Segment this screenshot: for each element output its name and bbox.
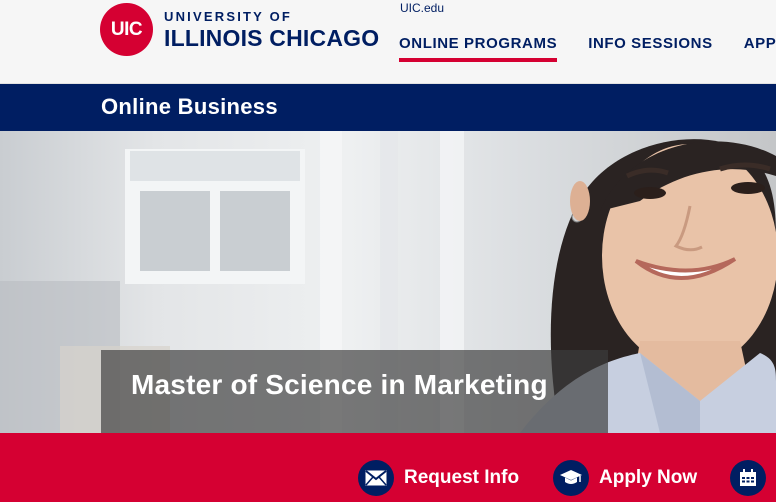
window-pane-left [140, 191, 210, 271]
graduation-cap-icon [553, 460, 589, 496]
apply-now-label: Apply Now [599, 467, 698, 488]
uic-logo[interactable]: UIC UNIVERSITY OF ILLINOIS CHICAGO [100, 3, 379, 56]
section-title: Online Business [101, 94, 278, 119]
site-header: UIC UNIVERSITY OF ILLINOIS CHICAGO UIC.e… [0, 0, 776, 84]
nav-online-programs[interactable]: ONLINE PROGRAMS [399, 35, 558, 62]
request-info-label: Request Info [404, 467, 520, 488]
window-top-pane [130, 151, 300, 181]
hero: Master of Science in Marketing [0, 131, 776, 433]
apply-now-button[interactable]: Apply Now [553, 460, 697, 496]
window-pane-right [220, 191, 290, 271]
calendar-button[interactable] [730, 460, 766, 496]
logo-wordmark: UNIVERSITY OF ILLINOIS CHICAGO [164, 10, 379, 50]
uic-edu-link[interactable]: UIC.edu [400, 1, 444, 15]
ear [570, 181, 590, 221]
logo-line2: ILLINOIS CHICAGO [164, 24, 380, 51]
nav-info-sessions[interactable]: INFO SESSIONS [588, 35, 713, 62]
nav-apply[interactable]: APP [744, 35, 776, 62]
cta-bar: Request Info Apply Now [0, 433, 776, 502]
section-banner: Online Business [0, 84, 776, 131]
right-eye [731, 182, 765, 194]
envelope-icon [358, 460, 394, 496]
request-info-button[interactable]: Request Info [358, 460, 519, 496]
hero-caption: Master of Science in Marketing [101, 350, 608, 433]
logo-line1: UNIVERSITY OF [164, 8, 293, 24]
program-title: Master of Science in Marketing [131, 369, 548, 400]
main-nav: ONLINE PROGRAMS INFO SESSIONS APP [399, 35, 776, 62]
uic-badge-text: UIC [110, 18, 143, 40]
left-eye [634, 187, 666, 199]
uic-badge: UIC [100, 3, 153, 56]
calendar-icon [730, 460, 766, 496]
